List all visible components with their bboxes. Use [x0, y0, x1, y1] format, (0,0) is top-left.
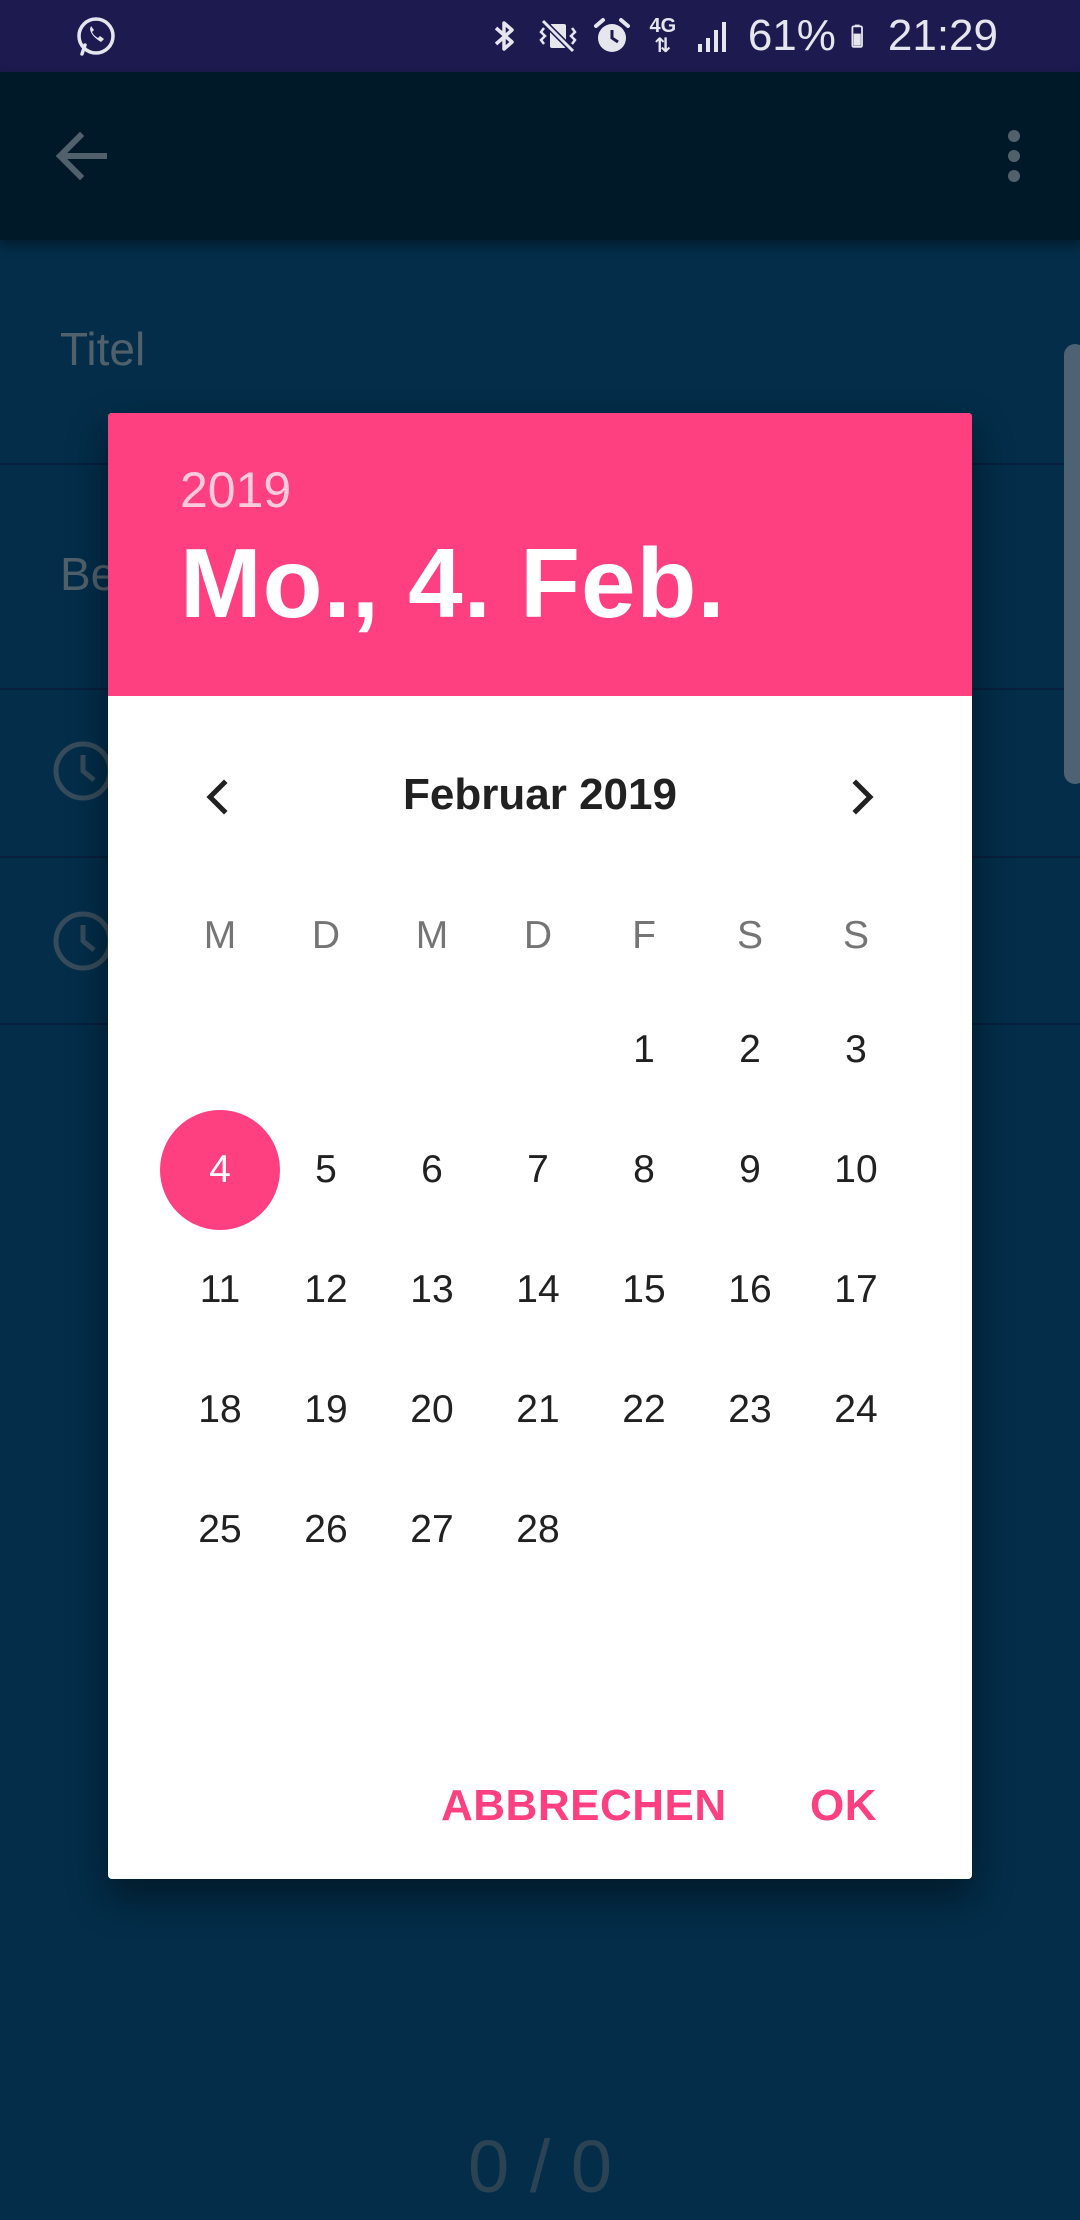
- calendar-day[interactable]: 3: [803, 997, 909, 1103]
- header-year[interactable]: 2019: [180, 461, 291, 519]
- chevron-right-icon[interactable]: [838, 773, 886, 821]
- calendar-day[interactable]: 8: [591, 1117, 697, 1223]
- alarm-icon: [593, 18, 630, 52]
- calendar-day[interactable]: 10: [803, 1117, 909, 1223]
- calendar-day[interactable]: 14: [485, 1237, 591, 1343]
- weekday-header: S: [736, 914, 763, 957]
- calendar-day[interactable]: 12: [273, 1237, 379, 1343]
- calendar-day[interactable]: 17: [803, 1237, 909, 1343]
- weekday-header: F: [632, 914, 656, 957]
- calendar-day[interactable]: 15: [591, 1237, 697, 1343]
- cancel-button[interactable]: ABBRECHEN: [441, 1766, 727, 1846]
- calendar-day[interactable]: 19: [273, 1357, 379, 1463]
- weekday-header: D: [311, 914, 341, 957]
- calendar-day[interactable]: 23: [697, 1357, 803, 1463]
- calendar-day[interactable]: 18: [167, 1357, 273, 1463]
- weekday-header: M: [203, 914, 237, 957]
- calendar-day[interactable]: 24: [803, 1357, 909, 1463]
- vibrate-icon: [539, 18, 577, 54]
- date-picker-header: 2019 Mo., 4. Feb.: [108, 413, 972, 696]
- battery-icon: [851, 24, 863, 48]
- status-bar: 4G ⇅ 61% 21:29: [0, 0, 1080, 72]
- network-type-label: 4G: [649, 15, 677, 37]
- signal-icon: [697, 22, 726, 52]
- screen: 4G ⇅ 61% 21:29 Titel Be 0 / 0 2019 Mo., …: [0, 0, 1080, 2220]
- calendar-day[interactable]: 21: [485, 1357, 591, 1463]
- calendar-day[interactable]: 2: [697, 997, 803, 1103]
- ok-button[interactable]: OK: [810, 1766, 877, 1846]
- calendar-day[interactable]: 28: [485, 1477, 591, 1583]
- weekday-header: D: [523, 914, 553, 957]
- calendar-day[interactable]: 22: [591, 1357, 697, 1463]
- whatsapp-icon: [77, 17, 115, 56]
- calendar-day[interactable]: 9: [697, 1117, 803, 1223]
- bluetooth-icon: [494, 21, 514, 51]
- network-4g-icon: 4G ⇅: [649, 15, 677, 57]
- calendar-day[interactable]: 16: [697, 1237, 803, 1343]
- calendar-day[interactable]: 5: [273, 1117, 379, 1223]
- calendar-day[interactable]: 27: [379, 1477, 485, 1583]
- calendar-day[interactable]: 7: [485, 1117, 591, 1223]
- calendar-day[interactable]: 25: [167, 1477, 273, 1583]
- calendar-day[interactable]: 20: [379, 1357, 485, 1463]
- calendar-day[interactable]: 6: [379, 1117, 485, 1223]
- clock-time: 21:29: [887, 11, 998, 60]
- weekday-header: S: [842, 914, 869, 957]
- calendar-day[interactable]: 26: [273, 1477, 379, 1583]
- calendar-day[interactable]: 13: [379, 1237, 485, 1343]
- selected-day[interactable]: 4: [160, 1110, 280, 1230]
- battery-percent: 61%: [747, 11, 836, 60]
- status-icons: 4G ⇅ 61% 21:29: [484, 0, 998, 72]
- calendar-day[interactable]: 1: [591, 997, 697, 1103]
- weekday-header: M: [415, 914, 449, 957]
- calendar-day[interactable]: 11: [167, 1237, 273, 1343]
- date-picker-dialog: 2019 Mo., 4. Feb. Februar 2019 MDMDFSS12…: [108, 413, 972, 1879]
- header-selected-date[interactable]: Mo., 4. Feb.: [180, 527, 726, 640]
